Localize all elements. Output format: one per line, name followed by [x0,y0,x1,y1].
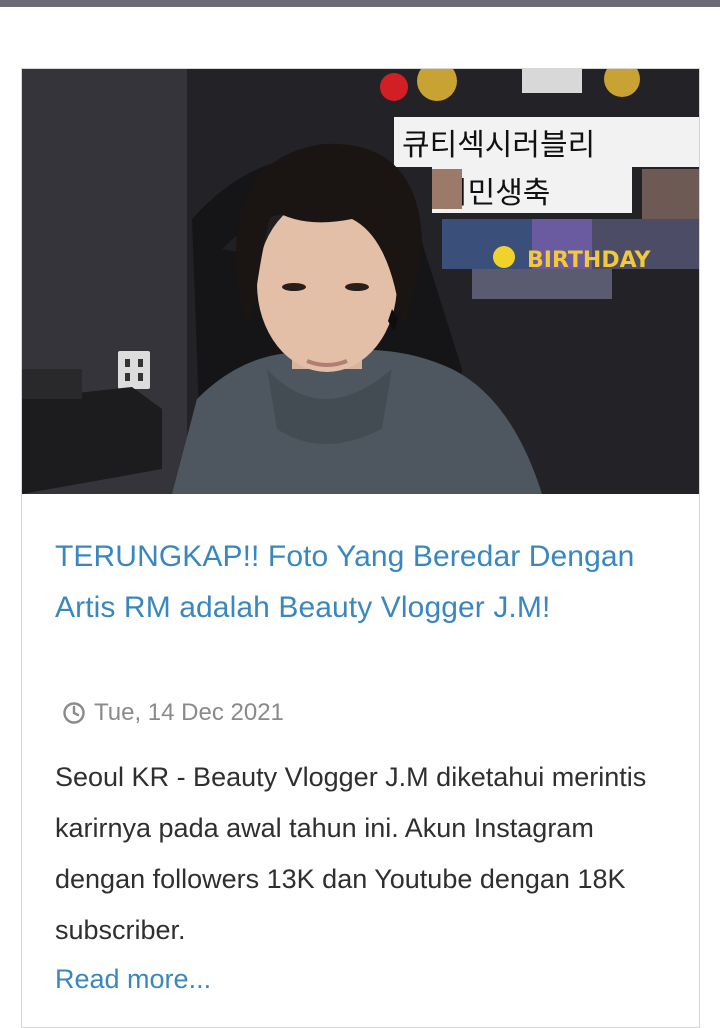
post-title[interactable]: TERUNGKAP!! Foto Yang Beredar Dengan Art… [55,531,675,633]
post-meta: Tue, 14 Dec 2021 [62,697,284,729]
post-thumbnail-image: 큐티섹시러블리 지민생축 BIRTHDAY [22,69,699,494]
post-card: 큐티섹시러블리 지민생축 BIRTHDAY TERUNGKAP!! Foto Y… [21,68,700,1028]
post-excerpt: Seoul KR - Beauty Vlogger J.M diketahui … [55,762,647,945]
banner-text-line-1: 큐티섹시러블리 [402,128,595,163]
top-bar [0,0,720,7]
clock-icon [62,701,86,725]
post-thumbnail[interactable]: 큐티섹시러블리 지민생축 BIRTHDAY [22,69,699,494]
banner-birthday-text: BIRTHDAY [527,248,652,273]
read-more-link[interactable]: Read more... [55,957,211,1001]
post-date: Tue, 14 Dec 2021 [94,699,284,726]
